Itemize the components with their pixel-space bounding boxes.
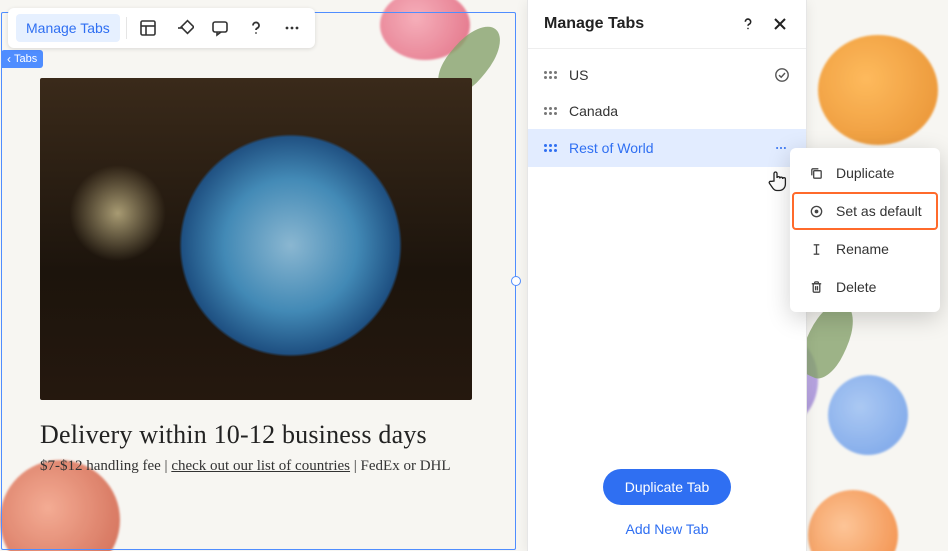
duplicate-tab-button[interactable]: Duplicate Tab [603, 469, 732, 505]
menu-item-label: Delete [836, 279, 876, 295]
tab-row-canada[interactable]: Canada [528, 93, 806, 129]
drag-handle-icon[interactable] [544, 144, 557, 152]
content-image-globe [40, 78, 472, 400]
tab-context-menu: Duplicate Set as default Rename Delete [790, 148, 940, 312]
panel-header: Manage Tabs [528, 0, 806, 49]
tab-list: US Canada Rest of World [528, 49, 806, 175]
menu-item-label: Duplicate [836, 165, 894, 181]
menu-item-label: Rename [836, 241, 889, 257]
panel-help-icon[interactable] [738, 14, 758, 34]
tab-row-rest-of-world[interactable]: Rest of World [528, 129, 806, 167]
fee-text-prefix: $7-$12 handling fee | [40, 458, 171, 474]
content-heading: Delivery within 10-12 business days [40, 420, 472, 450]
tab-label: US [569, 67, 762, 83]
tab-label: Rest of World [569, 140, 760, 156]
tab-row-us[interactable]: US [528, 57, 806, 93]
selection-badge[interactable]: Tabs [1, 50, 43, 68]
rename-icon [808, 241, 824, 257]
tab-label: Canada [569, 103, 790, 119]
menu-item-set-default[interactable]: Set as default [792, 192, 938, 230]
set-default-icon [808, 203, 824, 219]
layout-icon[interactable] [133, 13, 163, 43]
menu-item-duplicate[interactable]: Duplicate [792, 154, 938, 192]
menu-item-rename[interactable]: Rename [792, 230, 938, 268]
manage-tabs-button[interactable]: Manage Tabs [16, 14, 120, 42]
countries-link[interactable]: check out our list of countries [171, 458, 350, 474]
fee-text-suffix: | FedEx or DHL [350, 458, 451, 474]
panel-close-icon[interactable] [770, 14, 790, 34]
add-new-tab-link[interactable]: Add New Tab [619, 515, 714, 543]
drag-handle-icon[interactable] [544, 71, 557, 79]
content-subtext: $7-$12 handling fee | check out our list… [40, 458, 472, 475]
manage-tabs-panel: Manage Tabs US Canada Rest of World [527, 0, 807, 551]
drag-handle-icon[interactable] [544, 107, 557, 115]
help-icon[interactable] [241, 13, 271, 43]
toolbar-separator [126, 17, 127, 39]
more-icon[interactable] [277, 13, 307, 43]
element-toolbar: Manage Tabs [8, 8, 315, 48]
delete-icon [808, 279, 824, 295]
animation-icon[interactable] [169, 13, 199, 43]
menu-item-label: Set as default [836, 203, 922, 219]
resize-handle[interactable] [511, 276, 521, 286]
duplicate-icon [808, 165, 824, 181]
comment-icon[interactable] [205, 13, 235, 43]
panel-title: Manage Tabs [544, 15, 644, 33]
default-check-icon [774, 67, 790, 83]
menu-item-delete[interactable]: Delete [792, 268, 938, 306]
tab-row-more-icon[interactable] [772, 139, 790, 157]
panel-footer: Duplicate Tab Add New Tab [528, 455, 806, 551]
selection-badge-label: Tabs [14, 53, 37, 65]
tab-content-panel: Delivery within 10-12 business days $7-$… [40, 78, 472, 475]
